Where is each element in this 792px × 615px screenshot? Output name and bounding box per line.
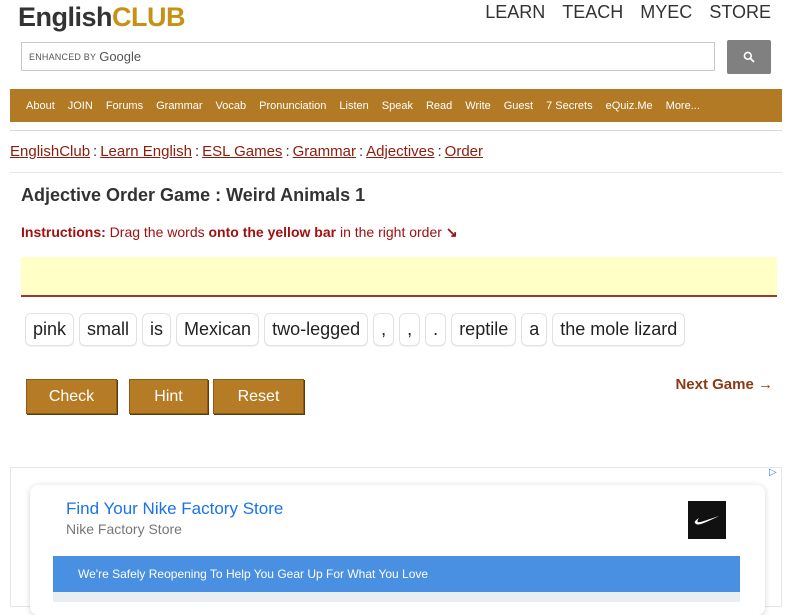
nav-store[interactable]: STORE xyxy=(709,2,771,23)
nav-myec[interactable]: MYEC xyxy=(640,2,692,23)
word-chip[interactable]: pink xyxy=(25,313,75,346)
ad-title[interactable]: Find Your Nike Factory Store xyxy=(66,499,283,519)
word-chip[interactable]: . xyxy=(425,313,447,346)
ad-subtitle: Nike Factory Store xyxy=(66,521,182,537)
crumb-englishclub[interactable]: EnglishClub xyxy=(10,143,90,160)
page-title: Adjective Order Game : Weird Animals 1 xyxy=(21,185,366,205)
search-icon xyxy=(743,51,755,63)
word-chip[interactable]: , xyxy=(399,313,421,346)
word-chip[interactable]: reptile xyxy=(451,313,517,346)
instructions-label: Instructions: xyxy=(21,224,106,240)
enhanced-by-label: ENHANCED BY xyxy=(29,51,97,62)
word-chip[interactable]: small xyxy=(79,313,138,346)
breadcrumb: EnglishClub: Learn English: ESL Games: Gram… xyxy=(10,143,484,160)
divider xyxy=(10,130,782,131)
search-input[interactable] xyxy=(147,43,714,70)
divider xyxy=(10,172,782,173)
logo-english: English xyxy=(18,2,113,32)
crumb-grammar[interactable]: Grammar xyxy=(293,143,356,160)
ad-choices-icon[interactable]: ▷ xyxy=(769,467,777,478)
menu-forums[interactable]: Forums xyxy=(106,100,143,112)
menu-more[interactable]: More... xyxy=(666,100,700,112)
ad-image xyxy=(53,592,740,602)
word-chip[interactable]: Mexican xyxy=(176,313,260,346)
ad-banner[interactable]: We're Safely Reopening To Help You Gear … xyxy=(53,556,740,592)
nav-learn[interactable]: LEARN xyxy=(485,2,545,23)
search-button[interactable] xyxy=(727,40,771,74)
menu-vocab[interactable]: Vocab xyxy=(216,100,247,112)
word-bank: pink small is Mexican two-legged , , . r… xyxy=(25,313,686,346)
nike-swoosh-icon xyxy=(694,516,719,525)
top-nav: LEARN TEACH MYEC STORE xyxy=(485,2,771,23)
menu-speak[interactable]: Speak xyxy=(382,100,413,112)
hint-button[interactable]: Hint xyxy=(129,379,208,414)
search-box: ENHANCED BY Google xyxy=(21,42,715,71)
word-chip[interactable]: a xyxy=(521,313,548,346)
next-game-link[interactable]: Next Game → xyxy=(675,376,773,393)
menu-guest[interactable]: Guest xyxy=(504,100,533,112)
word-chip[interactable]: , xyxy=(373,313,395,346)
logo-club: CLUB xyxy=(112,2,186,32)
instructions: Instructions: Drag the words onto the ye… xyxy=(21,224,458,240)
arrow-down-right-icon: ↘ xyxy=(445,224,458,240)
crumb-esl-games[interactable]: ESL Games xyxy=(202,143,282,160)
check-button[interactable]: Check xyxy=(26,379,117,414)
menu-join[interactable]: JOIN xyxy=(68,100,93,112)
word-chip[interactable]: the mole lizard xyxy=(552,313,686,346)
crumb-learn-english[interactable]: Learn English xyxy=(100,143,192,160)
main-menu: About JOIN Forums Grammar Vocab Pronunci… xyxy=(10,89,782,122)
menu-read[interactable]: Read xyxy=(426,100,452,112)
word-chip[interactable]: two-legged xyxy=(264,313,369,346)
englishclub-logo[interactable]: EnglishCLUB xyxy=(18,0,186,34)
word-chip[interactable]: is xyxy=(142,313,172,346)
reset-button[interactable]: Reset xyxy=(213,379,304,414)
menu-pronunciation[interactable]: Pronunciation xyxy=(259,100,326,112)
menu-write[interactable]: Write xyxy=(465,100,490,112)
menu-equiz[interactable]: eQuiz.Me xyxy=(606,100,653,112)
menu-about[interactable]: About xyxy=(26,100,55,112)
crumb-order[interactable]: Order xyxy=(445,143,483,160)
nike-logo[interactable] xyxy=(688,501,726,539)
answer-drop-bar[interactable] xyxy=(21,257,777,297)
menu-listen[interactable]: Listen xyxy=(339,100,368,112)
menu-7-secrets[interactable]: 7 Secrets xyxy=(546,100,592,112)
nav-teach[interactable]: TEACH xyxy=(562,2,623,23)
crumb-adjectives[interactable]: Adjectives xyxy=(366,143,434,160)
google-label: Google xyxy=(99,49,142,64)
menu-grammar[interactable]: Grammar xyxy=(156,100,202,112)
